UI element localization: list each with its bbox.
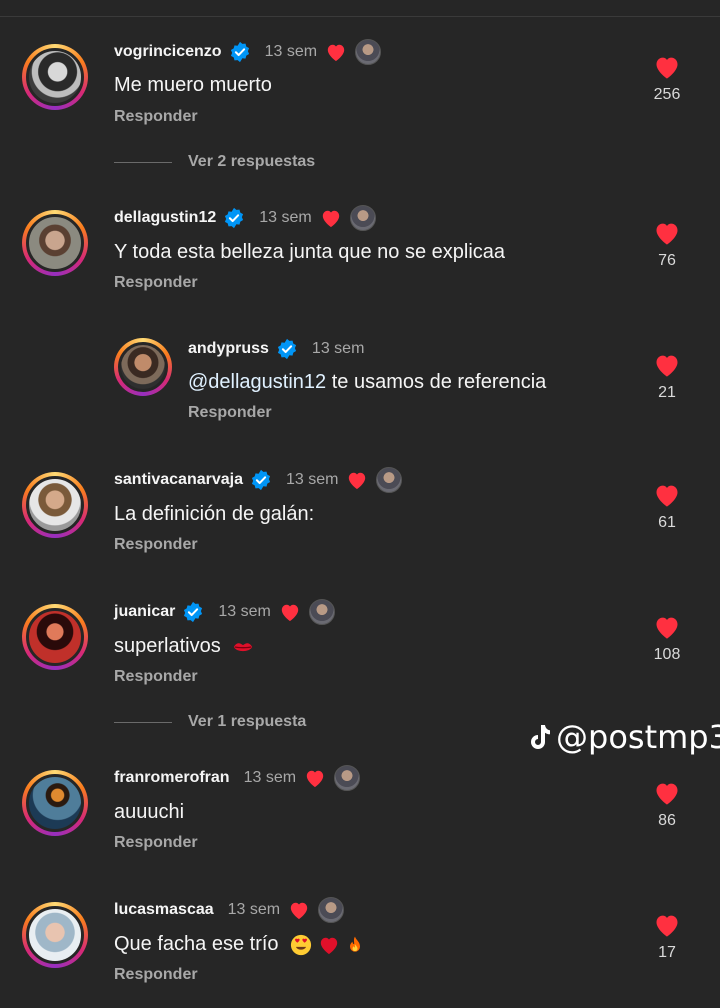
red-heart-emoji-icon [320, 937, 337, 954]
avatar[interactable] [114, 338, 172, 396]
like-count: 17 [658, 944, 676, 961]
watermark-handle: @postmp3 [556, 718, 720, 756]
creator-liked-heart-icon [349, 472, 366, 490]
heart-icon [656, 223, 678, 245]
view-replies-button[interactable]: Ver 2 respuestas [114, 151, 315, 173]
like-button[interactable]: 256 [640, 54, 694, 104]
comment-text: Que facha ese trío [114, 933, 365, 956]
comment-text: @dellagustin12 te usamos de referencia [188, 371, 546, 394]
creator-liked-heart-icon [290, 902, 308, 920]
reply-button[interactable]: Responder [114, 536, 198, 554]
fire-emoji-icon [350, 936, 361, 952]
reply-text: te usamos de referencia [326, 371, 547, 393]
tiktok-watermark: @postmp3 [528, 718, 720, 756]
like-count: 108 [653, 646, 681, 663]
verified-badge-icon [277, 338, 296, 360]
comment-time: 13 sem [227, 901, 281, 918]
divider-line [114, 721, 172, 723]
like-count: 86 [658, 812, 676, 829]
avatar[interactable] [22, 44, 88, 110]
like-count: 21 [658, 384, 676, 401]
avatar[interactable] [22, 472, 88, 538]
creator-avatar-mini [349, 205, 376, 231]
like-button[interactable]: 21 [640, 352, 694, 402]
heart-eyes-emoji-icon [291, 934, 312, 955]
comment-text-label: superlativos [114, 635, 221, 657]
comment-time: 13 sem [218, 603, 271, 620]
username[interactable]: franromerofran [114, 769, 230, 787]
creator-avatar-mini [308, 599, 335, 625]
kiss-mark-emoji-icon [234, 643, 253, 651]
reply-button[interactable]: Responder [114, 108, 198, 126]
avatar[interactable] [22, 604, 88, 670]
creator-avatar-mini [376, 467, 403, 493]
verified-badge-icon [230, 41, 249, 63]
avatar[interactable] [22, 770, 88, 836]
like-button[interactable]: 17 [640, 912, 694, 962]
top-divider [0, 16, 720, 17]
reply-button[interactable]: Responder [188, 404, 272, 422]
tiktok-logo-icon [531, 725, 550, 749]
creator-avatar-mini [318, 897, 345, 923]
creator-liked-heart-icon [306, 770, 324, 788]
verified-badge-icon [225, 207, 244, 229]
like-button[interactable]: 76 [640, 220, 694, 270]
avatar[interactable] [22, 210, 88, 276]
creator-liked-heart-icon [327, 44, 345, 62]
comment-time: 13 sem [264, 43, 318, 60]
creator-avatar-mini [334, 765, 361, 791]
creator-liked-heart-icon [281, 604, 299, 622]
heart-icon [656, 915, 678, 937]
username[interactable]: vogrincicenzo [114, 43, 222, 61]
reply-button[interactable]: Responder [114, 668, 198, 686]
like-button[interactable]: 86 [640, 780, 694, 830]
username[interactable]: lucasmascaa [114, 901, 214, 919]
heart-icon [656, 783, 678, 805]
comment-time: 13 sem [259, 209, 312, 226]
reply-button[interactable]: Responder [114, 966, 198, 984]
username[interactable]: andypruss [188, 340, 269, 358]
reply-button[interactable]: Responder [114, 274, 198, 292]
divider-line [114, 161, 172, 163]
comment-text: auuuchi [114, 801, 185, 823]
reply-button[interactable]: Responder [114, 834, 198, 852]
creator-avatar-mini [355, 39, 382, 65]
username[interactable]: santivacanarvaja [114, 471, 243, 489]
like-count: 256 [653, 86, 681, 103]
comment-text: La definición de galán: [114, 503, 315, 525]
verified-badge-icon [184, 601, 203, 623]
creator-liked-heart-icon [322, 210, 339, 228]
comment-time: 13 sem [285, 471, 339, 488]
comment-text: superlativos [114, 635, 254, 658]
view-replies-label: Ver 2 respuestas [188, 153, 316, 170]
username[interactable]: dellagustin12 [114, 209, 216, 227]
comment-time: 13 sem [311, 340, 365, 357]
username[interactable]: juanicar [114, 603, 175, 621]
view-replies-label: Ver 1 respuesta [188, 713, 307, 730]
like-button[interactable]: 108 [640, 614, 694, 664]
like-count: 76 [658, 252, 676, 269]
heart-icon [656, 617, 678, 639]
comment-text: Y toda esta belleza junta que no se expl… [114, 241, 506, 263]
comment-text: Me muero muerto [114, 74, 272, 96]
comments-screen: vogrincicenzo 13 sem Me muero muerto Res… [0, 0, 720, 1008]
verified-badge-icon [251, 469, 271, 491]
heart-icon [656, 57, 678, 79]
view-replies-button[interactable]: Ver 1 respuesta [114, 711, 306, 733]
comment-text-label: Que facha ese trío [114, 933, 279, 955]
like-button[interactable]: 61 [640, 482, 694, 532]
avatar[interactable] [22, 902, 88, 968]
comment-time: 13 sem [243, 769, 297, 786]
heart-icon [656, 485, 678, 507]
like-count: 61 [658, 514, 676, 531]
heart-icon [656, 355, 678, 377]
mention-link[interactable]: @dellagustin12 [188, 371, 326, 393]
